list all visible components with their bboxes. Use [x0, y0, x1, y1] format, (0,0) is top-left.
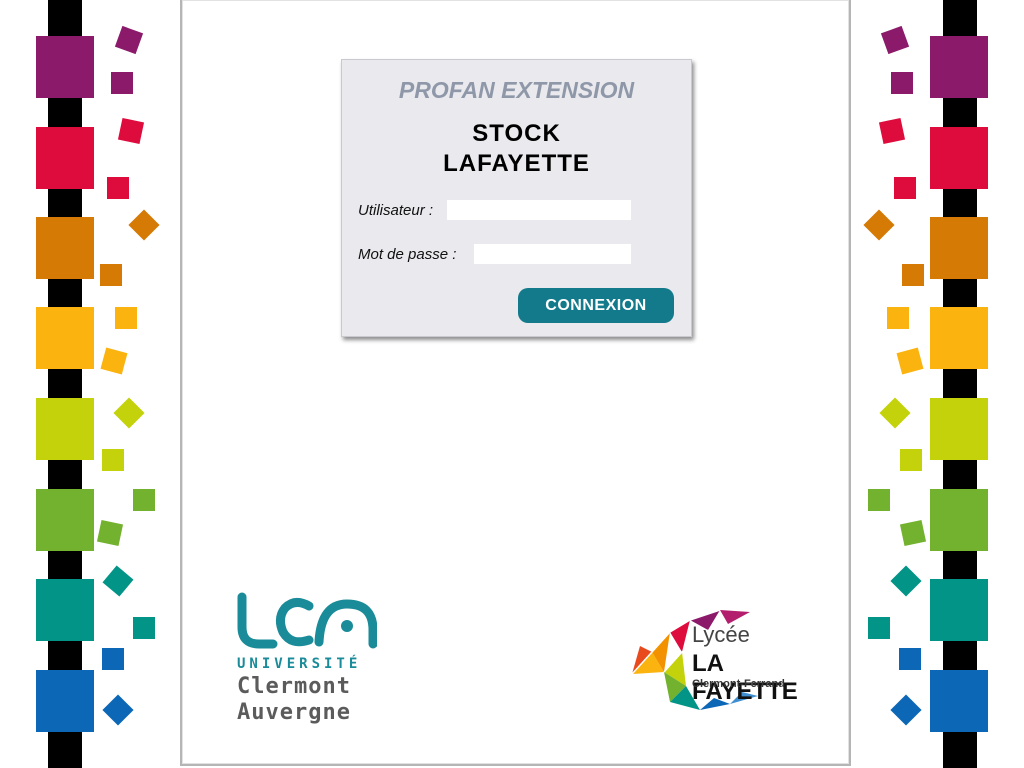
uca-mark-icon [237, 592, 377, 649]
login-button[interactable]: CONNEXION [518, 288, 674, 323]
app-subtitle: PROFAN EXTENSION [398, 77, 635, 103]
uca-logo: UNIVERSITÉ Clermont Auvergne [237, 592, 387, 732]
deco-square [36, 489, 94, 551]
deco-square [930, 217, 988, 279]
deco-square [902, 264, 924, 286]
uca-line3: Auvergne [237, 700, 351, 725]
deco-square [133, 489, 155, 511]
app-title: STOCK LAFAYETTE [342, 119, 691, 179]
right-decoration [851, 0, 1024, 768]
deco-square [117, 117, 145, 145]
deco-square [102, 565, 134, 597]
lycee-line1: Lycée [692, 622, 750, 647]
deco-square [887, 307, 909, 329]
deco-square [930, 127, 988, 189]
uca-line1: UNIVERSITÉ [237, 656, 362, 672]
deco-square [930, 36, 988, 98]
deco-square [879, 397, 911, 429]
deco-square [900, 449, 922, 471]
deco-square [890, 694, 922, 726]
deco-square [102, 694, 134, 726]
deco-square [894, 177, 916, 199]
deco-square [36, 670, 94, 732]
deco-square [111, 72, 133, 94]
deco-square [102, 449, 124, 471]
deco-square [36, 398, 94, 460]
deco-square [868, 489, 890, 511]
deco-square [890, 565, 922, 597]
deco-square [36, 217, 94, 279]
deco-square [863, 209, 895, 241]
deco-square [114, 25, 144, 55]
deco-square [107, 177, 129, 199]
main-content: PROFAN EXTENSION STOCK LAFAYETTE Utilisa… [180, 0, 851, 766]
password-input[interactable] [474, 244, 631, 264]
deco-square [930, 489, 988, 551]
deco-square [128, 209, 160, 241]
left-decoration [0, 0, 180, 768]
deco-square [899, 648, 921, 670]
right-black-strip [943, 0, 977, 768]
lycee-line3: Clermont-Ferrand [692, 678, 785, 690]
deco-square [36, 579, 94, 641]
deco-square [930, 670, 988, 732]
uca-line2: Clermont [237, 674, 351, 699]
deco-square [113, 397, 145, 429]
login-panel: PROFAN EXTENSION STOCK LAFAYETTE Utilisa… [341, 59, 692, 337]
deco-square [930, 579, 988, 641]
lycee-lafayette-logo: Lycée LA FAYETTE Clermont-Ferrand [630, 606, 830, 718]
deco-square [96, 519, 124, 547]
deco-square [930, 307, 988, 369]
deco-square [930, 398, 988, 460]
deco-square [133, 617, 155, 639]
deco-square [100, 347, 128, 375]
deco-square [899, 519, 927, 547]
deco-square [102, 648, 124, 670]
deco-square [868, 617, 890, 639]
deco-square [36, 127, 94, 189]
left-black-strip [48, 0, 82, 768]
password-label: Mot de passe : [358, 246, 457, 263]
deco-square [100, 264, 122, 286]
deco-square [878, 117, 906, 145]
deco-square [896, 347, 924, 375]
app-title-line1: STOCK [472, 120, 561, 147]
username-input[interactable] [447, 200, 631, 220]
deco-square [115, 307, 137, 329]
deco-square [880, 25, 910, 55]
deco-square [36, 307, 94, 369]
deco-square [891, 72, 913, 94]
app-title-line2: LAFAYETTE [443, 150, 590, 177]
deco-square [36, 36, 94, 98]
username-label: Utilisateur : [358, 202, 434, 219]
